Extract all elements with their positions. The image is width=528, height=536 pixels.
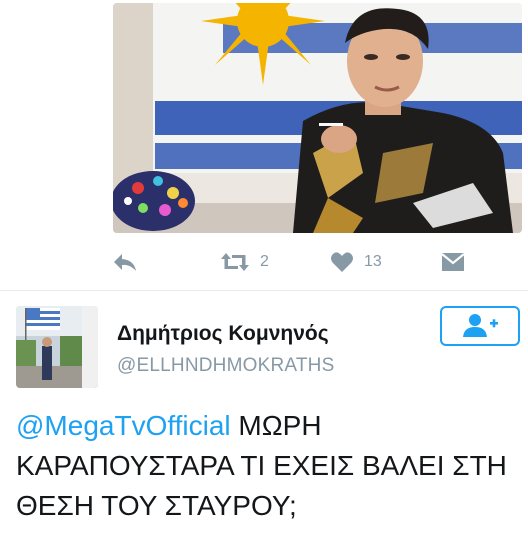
mention-link[interactable]: @MegaTvOfficial xyxy=(16,410,231,441)
direct-message-button[interactable] xyxy=(440,244,466,280)
avatar[interactable] xyxy=(16,306,98,388)
direct-message-icon xyxy=(441,253,465,271)
like-count: 13 xyxy=(364,253,382,270)
follow-button[interactable] xyxy=(440,306,520,346)
heart-icon xyxy=(331,252,353,272)
retweet-button[interactable]: 2 xyxy=(220,244,269,280)
tweet-divider xyxy=(0,290,528,291)
display-name[interactable]: Δημήτριος Κομνηνός xyxy=(117,322,329,346)
tweet-media-image[interactable] xyxy=(113,3,522,233)
media-photo xyxy=(113,3,522,233)
add-user-icon xyxy=(463,314,498,337)
retweet-icon xyxy=(221,253,249,271)
user-handle[interactable]: @ELLHNDHMOKRATHS xyxy=(117,355,334,377)
tweet-text: @MegaTvOfficial ΜΩΡΗ ΚΑΡΑΠΟΥΣΤΑΡΑ ΤΙ ΕΧΕ… xyxy=(16,406,516,526)
like-button[interactable]: 13 xyxy=(330,244,382,280)
reply-button[interactable] xyxy=(112,244,138,280)
reply-icon xyxy=(114,254,136,271)
disco-ball-graphic xyxy=(113,171,195,231)
avatar-photo xyxy=(16,306,98,388)
retweet-count: 2 xyxy=(260,253,269,270)
tweet-action-bar: 2 13 xyxy=(0,244,528,280)
